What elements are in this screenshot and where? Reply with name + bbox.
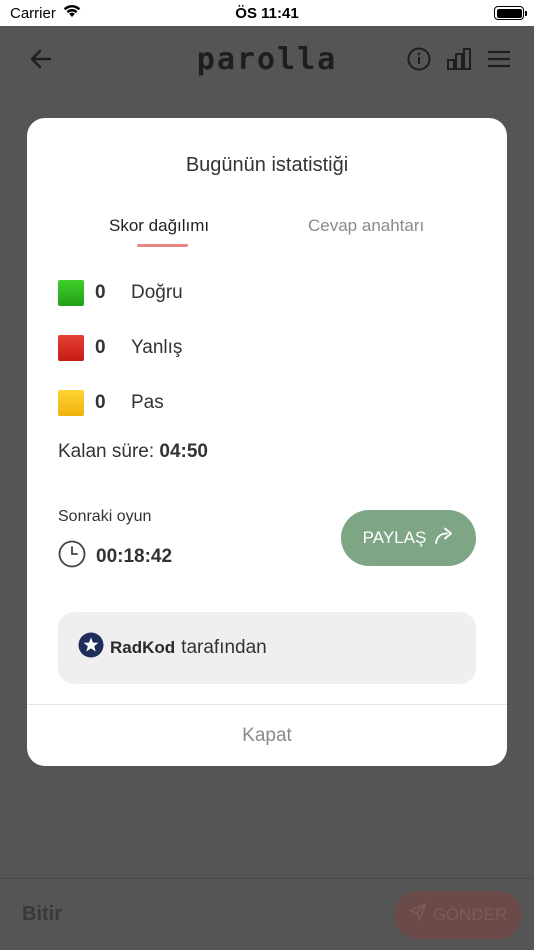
status-left: Carrier — [10, 4, 82, 22]
pass-swatch — [58, 390, 84, 416]
info-icon[interactable] — [406, 46, 432, 72]
wrong-label: Yanlış — [131, 337, 183, 358]
share-arrow-icon — [434, 527, 454, 550]
bottom-bar: Bitir GÖNDER — [0, 878, 534, 950]
modal-title: Bugünün istatistiği — [185, 154, 349, 176]
credit-box: RadKod tarafından — [58, 612, 476, 684]
credit-suffix: tarafından — [181, 637, 267, 658]
tab-score-distribution[interactable]: Skor dağılımı — [109, 216, 209, 236]
status-bar: Carrier ÖS 11:41 — [0, 0, 534, 26]
next-game-time: 00:18:42 — [96, 545, 173, 567]
correct-label: Doğru — [131, 282, 183, 303]
radkod-logo-icon — [78, 632, 104, 664]
finish-button[interactable]: Bitir — [22, 903, 62, 926]
battery-icon — [494, 6, 527, 20]
wifi-icon — [62, 4, 82, 22]
app-header: parolla — [0, 26, 534, 92]
next-game-label: Sonraki oyun — [58, 508, 152, 525]
correct-count: 0 — [95, 282, 106, 303]
score-row-pass: 0 Pas — [58, 390, 164, 416]
score-row-wrong: 0 Yanlış — [58, 335, 182, 361]
menu-icon[interactable] — [486, 46, 512, 72]
tab-answer-key[interactable]: Cevap anahtarı — [308, 216, 424, 236]
wrong-swatch — [58, 335, 84, 361]
pass-label: Pas — [131, 392, 164, 413]
back-arrow-icon[interactable] — [28, 46, 54, 72]
credit-brand: RadKod — [110, 638, 176, 657]
header-actions — [406, 46, 512, 72]
stats-modal: Bugünün istatistiği Skor dağılımı Cevap … — [27, 118, 507, 766]
wrong-count: 0 — [95, 337, 106, 358]
correct-swatch — [58, 280, 84, 306]
score-row-correct: 0 Doğru — [58, 280, 183, 306]
modal-tabs: Skor dağılımı Cevap anahtarı — [27, 216, 507, 250]
remaining-label: Kalan süre: — [58, 441, 155, 462]
clock-icon — [58, 540, 86, 573]
send-button[interactable]: GÖNDER — [394, 890, 522, 939]
remaining-time: Kalan süre: 04:50 — [58, 441, 208, 463]
close-button[interactable]: Kapat — [27, 704, 507, 766]
share-label: PAYLAŞ — [362, 528, 427, 547]
carrier-label: Carrier — [10, 4, 56, 22]
active-tab-indicator — [137, 244, 188, 247]
send-label: GÖNDER — [432, 904, 508, 924]
pass-count: 0 — [95, 392, 106, 413]
share-button[interactable]: PAYLAŞ — [341, 510, 476, 566]
remaining-value: 04:50 — [159, 441, 209, 462]
bar-chart-icon[interactable] — [446, 46, 472, 72]
send-icon — [408, 903, 427, 926]
next-game-timer: 00:18:42 — [58, 540, 172, 573]
